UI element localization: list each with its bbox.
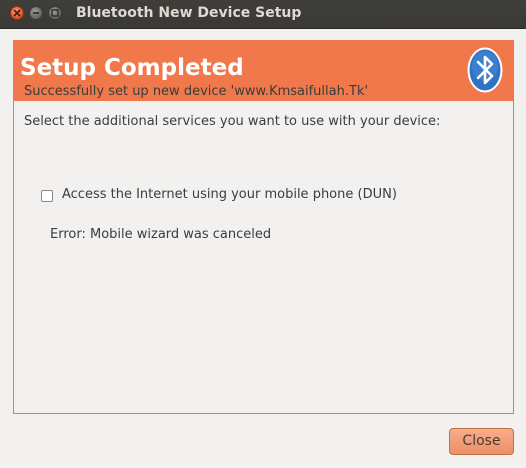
maximize-icon xyxy=(51,9,59,17)
close-icon xyxy=(13,9,21,17)
error-message: Error: Mobile wizard was canceled xyxy=(50,227,272,242)
title-bar: Bluetooth New Device Setup xyxy=(0,0,526,29)
success-message: Successfully set up new device 'www.Kmsa… xyxy=(24,84,369,99)
window-minimize-button[interactable] xyxy=(29,6,43,20)
close-button[interactable]: Close xyxy=(449,428,514,455)
minimize-icon xyxy=(33,12,39,14)
window-maximize-button[interactable] xyxy=(48,6,62,20)
services-prompt: Select the additional services you want … xyxy=(24,114,441,129)
dun-checkbox-label[interactable]: Access the Internet using your mobile ph… xyxy=(62,187,397,202)
dun-checkbox[interactable] xyxy=(41,190,53,202)
bluetooth-icon xyxy=(467,47,503,93)
window-title: Bluetooth New Device Setup xyxy=(76,5,302,21)
window-close-button[interactable] xyxy=(10,6,24,20)
page-title: Setup Completed xyxy=(20,55,244,81)
